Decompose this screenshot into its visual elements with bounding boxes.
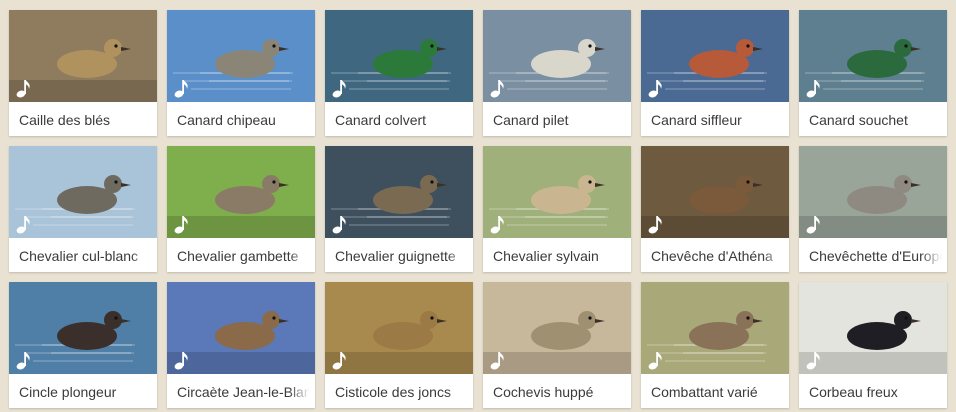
species-photo[interactable] bbox=[641, 146, 789, 238]
music-note-icon[interactable] bbox=[647, 350, 665, 370]
species-photo[interactable] bbox=[483, 10, 631, 102]
species-photo[interactable] bbox=[167, 282, 315, 374]
species-card[interactable]: Canard souchet bbox=[799, 10, 947, 136]
species-card[interactable]: Chevalier guignette bbox=[325, 146, 473, 272]
species-card[interactable]: Canard siffleur bbox=[641, 10, 789, 136]
music-note-icon[interactable] bbox=[489, 350, 507, 370]
label-fade bbox=[921, 378, 947, 406]
label-fade bbox=[447, 242, 473, 270]
music-note-icon[interactable] bbox=[489, 78, 507, 98]
music-note-icon[interactable] bbox=[15, 214, 33, 234]
label-fade bbox=[289, 242, 315, 270]
species-card[interactable]: Combattant varié bbox=[641, 282, 789, 408]
species-card[interactable]: Corbeau freux bbox=[799, 282, 947, 408]
label-fade bbox=[763, 378, 789, 406]
music-note-icon[interactable] bbox=[805, 214, 823, 234]
species-photo[interactable] bbox=[641, 282, 789, 374]
species-card[interactable]: Circaète Jean-le-Blanc bbox=[167, 282, 315, 408]
species-photo[interactable] bbox=[325, 10, 473, 102]
species-card[interactable]: Canard chipeau bbox=[167, 10, 315, 136]
species-photo[interactable] bbox=[799, 282, 947, 374]
species-card[interactable]: Chevalier gambette bbox=[167, 146, 315, 272]
label-fade bbox=[605, 242, 631, 270]
label-fade bbox=[605, 106, 631, 134]
label-fade bbox=[447, 106, 473, 134]
species-photo[interactable] bbox=[9, 146, 157, 238]
species-card[interactable]: Chevêchette d'Europe bbox=[799, 146, 947, 272]
music-note-icon[interactable] bbox=[15, 78, 33, 98]
species-card[interactable]: Cochevis huppé bbox=[483, 282, 631, 408]
music-note-icon[interactable] bbox=[805, 350, 823, 370]
label-fade bbox=[289, 106, 315, 134]
music-note-icon[interactable] bbox=[331, 214, 349, 234]
label-fade bbox=[131, 106, 157, 134]
species-photo[interactable] bbox=[167, 10, 315, 102]
label-fade bbox=[605, 378, 631, 406]
species-card[interactable]: Canard pilet bbox=[483, 10, 631, 136]
species-card[interactable]: Canard colvert bbox=[325, 10, 473, 136]
species-photo[interactable] bbox=[483, 282, 631, 374]
species-photo[interactable] bbox=[325, 282, 473, 374]
label-fade bbox=[131, 378, 157, 406]
species-photo[interactable] bbox=[167, 146, 315, 238]
species-photo[interactable] bbox=[641, 10, 789, 102]
species-card[interactable]: Cisticole des joncs bbox=[325, 282, 473, 408]
music-note-icon[interactable] bbox=[489, 214, 507, 234]
music-note-icon[interactable] bbox=[647, 214, 665, 234]
species-card[interactable]: Chevêche d'Athéna bbox=[641, 146, 789, 272]
music-note-icon[interactable] bbox=[173, 350, 191, 370]
species-photo[interactable] bbox=[325, 146, 473, 238]
species-card[interactable]: Chevalier sylvain bbox=[483, 146, 631, 272]
music-note-icon[interactable] bbox=[173, 214, 191, 234]
species-card[interactable]: Caille des blés bbox=[9, 10, 157, 136]
species-grid: Caille des blés Canard chipeau Canard colv… bbox=[0, 0, 956, 412]
label-fade bbox=[447, 378, 473, 406]
label-fade bbox=[763, 106, 789, 134]
label-fade bbox=[921, 242, 947, 270]
label-fade bbox=[131, 242, 157, 270]
species-photo[interactable] bbox=[483, 146, 631, 238]
label-fade bbox=[921, 106, 947, 134]
music-note-icon[interactable] bbox=[805, 78, 823, 98]
species-card[interactable]: Cincle plongeur bbox=[9, 282, 157, 408]
species-photo[interactable] bbox=[9, 10, 157, 102]
music-note-icon[interactable] bbox=[15, 350, 33, 370]
music-note-icon[interactable] bbox=[331, 350, 349, 370]
species-photo[interactable] bbox=[9, 282, 157, 374]
species-photo[interactable] bbox=[799, 146, 947, 238]
label-fade bbox=[289, 378, 315, 406]
label-fade bbox=[763, 242, 789, 270]
music-note-icon[interactable] bbox=[647, 78, 665, 98]
species-card[interactable]: Chevalier cul-blanc bbox=[9, 146, 157, 272]
music-note-icon[interactable] bbox=[173, 78, 191, 98]
music-note-icon[interactable] bbox=[331, 78, 349, 98]
species-photo[interactable] bbox=[799, 10, 947, 102]
